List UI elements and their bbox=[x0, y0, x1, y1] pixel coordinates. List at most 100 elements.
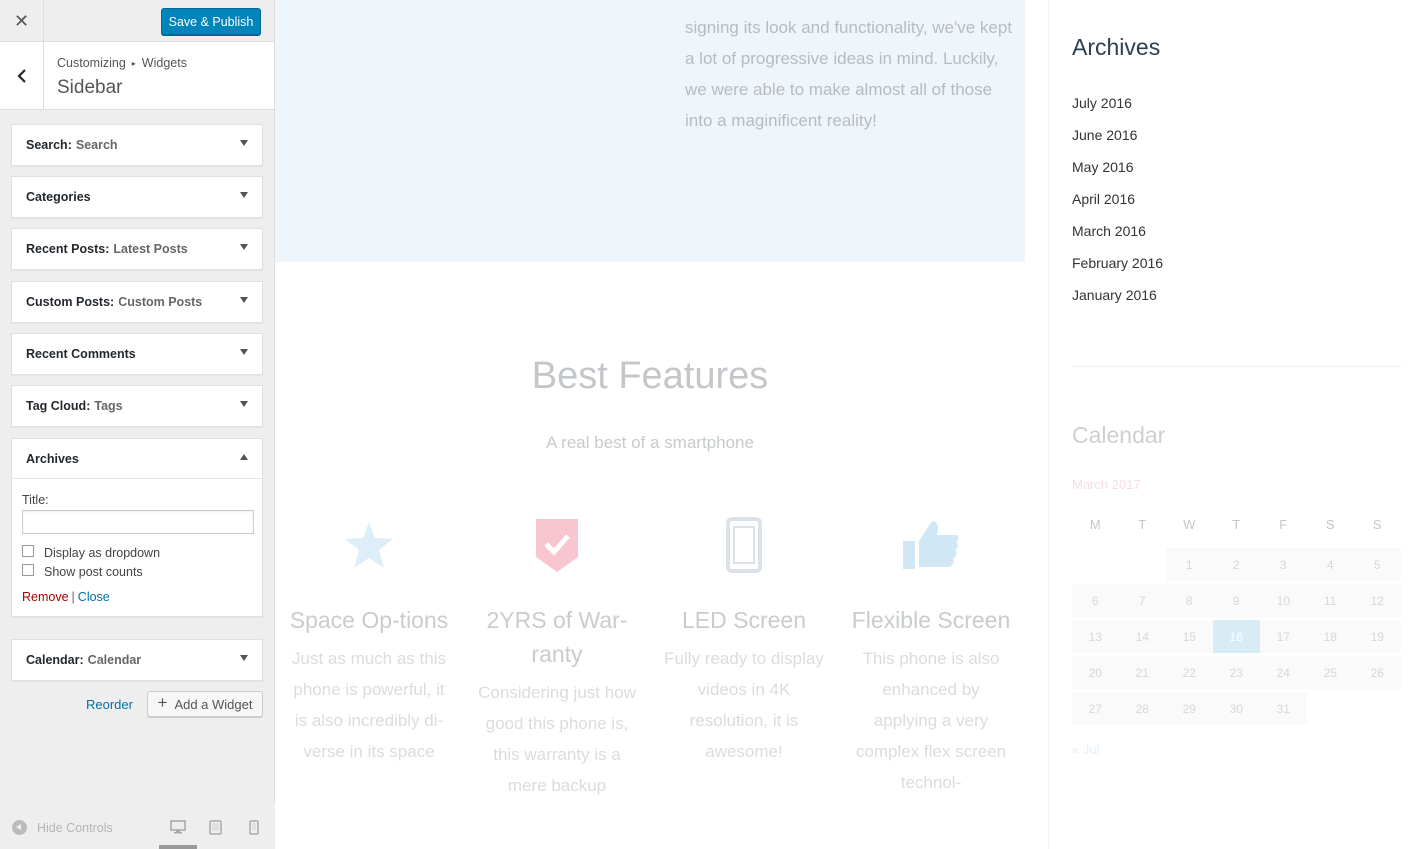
widget-header[interactable]: Archives bbox=[12, 439, 262, 479]
feature-description: This phone is also enhanced by applying … bbox=[855, 649, 1007, 792]
star-icon bbox=[345, 522, 393, 568]
hide-controls-label: Hide Controls bbox=[37, 820, 113, 835]
remove-link[interactable]: Remove bbox=[22, 590, 69, 604]
shield-check-icon bbox=[536, 519, 578, 572]
calendar-day: 26 bbox=[1354, 656, 1401, 689]
counts-option: Show post counts bbox=[22, 564, 252, 579]
archive-link[interactable]: May 2016 bbox=[1072, 151, 1163, 183]
feature-warranty: 2YRS of War-ranty Considering just how g… bbox=[463, 512, 651, 801]
widget-form: Title: Display as dropdown Show post cou… bbox=[12, 479, 262, 616]
weekday-label: F bbox=[1279, 516, 1288, 532]
divider bbox=[1072, 366, 1402, 367]
breadcrumb-separator: ▸ bbox=[131, 59, 136, 68]
calendar-day: 14 bbox=[1119, 620, 1166, 653]
dropdown-label: Display as dropdown bbox=[44, 546, 161, 560]
widget-header[interactable]: Calendar: Calendar bbox=[12, 640, 262, 680]
archive-link[interactable]: January 2016 bbox=[1072, 279, 1163, 311]
calendar-empty-cell bbox=[1119, 548, 1166, 581]
plus-icon: + bbox=[157, 693, 168, 712]
caret-down-icon bbox=[240, 655, 248, 661]
feature-description: Considering just how good this phone is,… bbox=[478, 683, 636, 795]
feature-description: Fully ready to display videos in 4K reso… bbox=[664, 649, 824, 761]
widget-search: Search: Search bbox=[11, 124, 263, 166]
widget-categories: Categories bbox=[11, 176, 263, 218]
features-subtitle: A real best of a smartphone bbox=[546, 433, 754, 452]
archive-link[interactable]: April 2016 bbox=[1072, 183, 1163, 215]
calendar-day: 2 bbox=[1213, 548, 1260, 581]
post-counts-checkbox[interactable] bbox=[22, 564, 34, 576]
breadcrumb-root: Customizing bbox=[57, 56, 126, 70]
customizer-panel: ✕ Save & Publish Customizing ▸ Widgets Sid… bbox=[0, 0, 275, 849]
calendar-day: 18 bbox=[1307, 620, 1354, 653]
calendar-day: 7 bbox=[1119, 584, 1166, 617]
calendar-empty-cell bbox=[1354, 692, 1401, 725]
close-link[interactable]: Close bbox=[78, 590, 110, 604]
widget-name: Archives bbox=[26, 451, 79, 466]
phone-icon bbox=[726, 517, 762, 573]
feature-title: 2YRS of War-ranty bbox=[486, 607, 628, 667]
reorder-link[interactable]: Reorder bbox=[86, 697, 133, 712]
calendar-week-row: 12345 bbox=[1072, 548, 1402, 584]
caret-up-icon bbox=[240, 454, 248, 460]
weekday-label: S bbox=[1372, 516, 1382, 532]
widget-header[interactable]: Recent Comments bbox=[12, 334, 262, 374]
calendar-day: 6 bbox=[1072, 584, 1119, 617]
widget-header[interactable]: Search: Search bbox=[12, 125, 262, 165]
calendar-day: 23 bbox=[1213, 656, 1260, 689]
customizer-header: ✕ Save & Publish bbox=[0, 0, 274, 42]
weekday-label: T bbox=[1232, 516, 1241, 532]
calendar-day: 13 bbox=[1072, 620, 1119, 653]
mobile-icon[interactable] bbox=[249, 820, 259, 835]
back-button[interactable] bbox=[0, 42, 44, 109]
calendar-day: 11 bbox=[1307, 584, 1354, 617]
widget-header[interactable]: Categories bbox=[12, 177, 262, 217]
dropdown-checkbox[interactable] bbox=[22, 545, 34, 557]
widget-name: Calendar bbox=[26, 653, 80, 667]
calendar-day: 16 bbox=[1213, 620, 1260, 653]
weekday-label: S bbox=[1325, 516, 1335, 532]
calendar-day: 12 bbox=[1354, 584, 1401, 617]
widget-header[interactable]: Tag Cloud: Tags bbox=[12, 386, 262, 426]
save-publish-button[interactable]: Save & Publish bbox=[161, 8, 261, 35]
widget-header[interactable]: Custom Posts: Custom Posts bbox=[12, 282, 262, 322]
archive-link[interactable]: July 2016 bbox=[1072, 87, 1163, 119]
calendar-day: 15 bbox=[1166, 620, 1213, 653]
title-input[interactable] bbox=[22, 510, 254, 534]
archive-link[interactable]: February 2016 bbox=[1072, 247, 1163, 279]
feature-flexible-screen: Flexible Screen This phone is also enhan… bbox=[837, 512, 1025, 798]
widget-recent-comments: Recent Comments bbox=[11, 333, 263, 375]
widget-header[interactable]: Recent Posts: Latest Posts bbox=[12, 229, 262, 269]
widget-name: Recent Comments bbox=[26, 347, 136, 361]
calendar-week-row: 6 7 8 9 10 11 12 bbox=[1072, 584, 1402, 620]
hero-text: signing its look and functionality, we'v… bbox=[685, 18, 1013, 130]
features-title: Best Features bbox=[531, 355, 769, 397]
calendar-day: 25 bbox=[1307, 656, 1354, 689]
feature-led-screen: LED Screen Fully ready to display videos… bbox=[650, 512, 838, 767]
section-title: Sidebar bbox=[57, 77, 123, 98]
close-customizer-button[interactable]: ✕ bbox=[0, 0, 44, 42]
widget-subtitle: Tags bbox=[94, 399, 123, 413]
tablet-icon[interactable] bbox=[209, 820, 222, 835]
widget-recent-posts: Recent Posts: Latest Posts bbox=[11, 228, 263, 270]
chevron-left-icon bbox=[16, 68, 26, 83]
add-widget-button[interactable]: + Add a Widget bbox=[147, 691, 263, 717]
widget-name: Custom Posts bbox=[26, 295, 111, 309]
calendar-prev-link[interactable]: « Jul bbox=[1072, 742, 1099, 757]
archive-link[interactable]: June 2016 bbox=[1072, 119, 1163, 151]
archive-link[interactable]: March 2016 bbox=[1072, 215, 1163, 247]
customizer-footer: Hide Controls bbox=[0, 803, 275, 849]
site-sidebar: Archives July 2016 June 2016 May 2016 Ap… bbox=[1048, 0, 1419, 849]
calendar-day: 28 bbox=[1119, 692, 1166, 725]
site-preview: signing its look and functionality, we'v… bbox=[275, 0, 1419, 849]
desktop-icon[interactable] bbox=[170, 820, 186, 834]
caret-down-icon bbox=[240, 192, 248, 198]
calendar-day: 24 bbox=[1260, 656, 1307, 689]
widget-name: Recent Posts bbox=[26, 242, 106, 256]
calendar-week-row: 13 14 15 16 17 18 19 bbox=[1072, 620, 1402, 656]
widget-subtitle: Custom Posts bbox=[118, 295, 203, 309]
calendar-day: 19 bbox=[1354, 620, 1401, 653]
widget-subtitle: Calendar bbox=[87, 653, 142, 667]
hide-controls-button[interactable]: Hide Controls bbox=[12, 820, 113, 835]
breadcrumb: Customizing ▸ Widgets bbox=[57, 56, 187, 70]
archives-title: Archives bbox=[1072, 34, 1161, 60]
